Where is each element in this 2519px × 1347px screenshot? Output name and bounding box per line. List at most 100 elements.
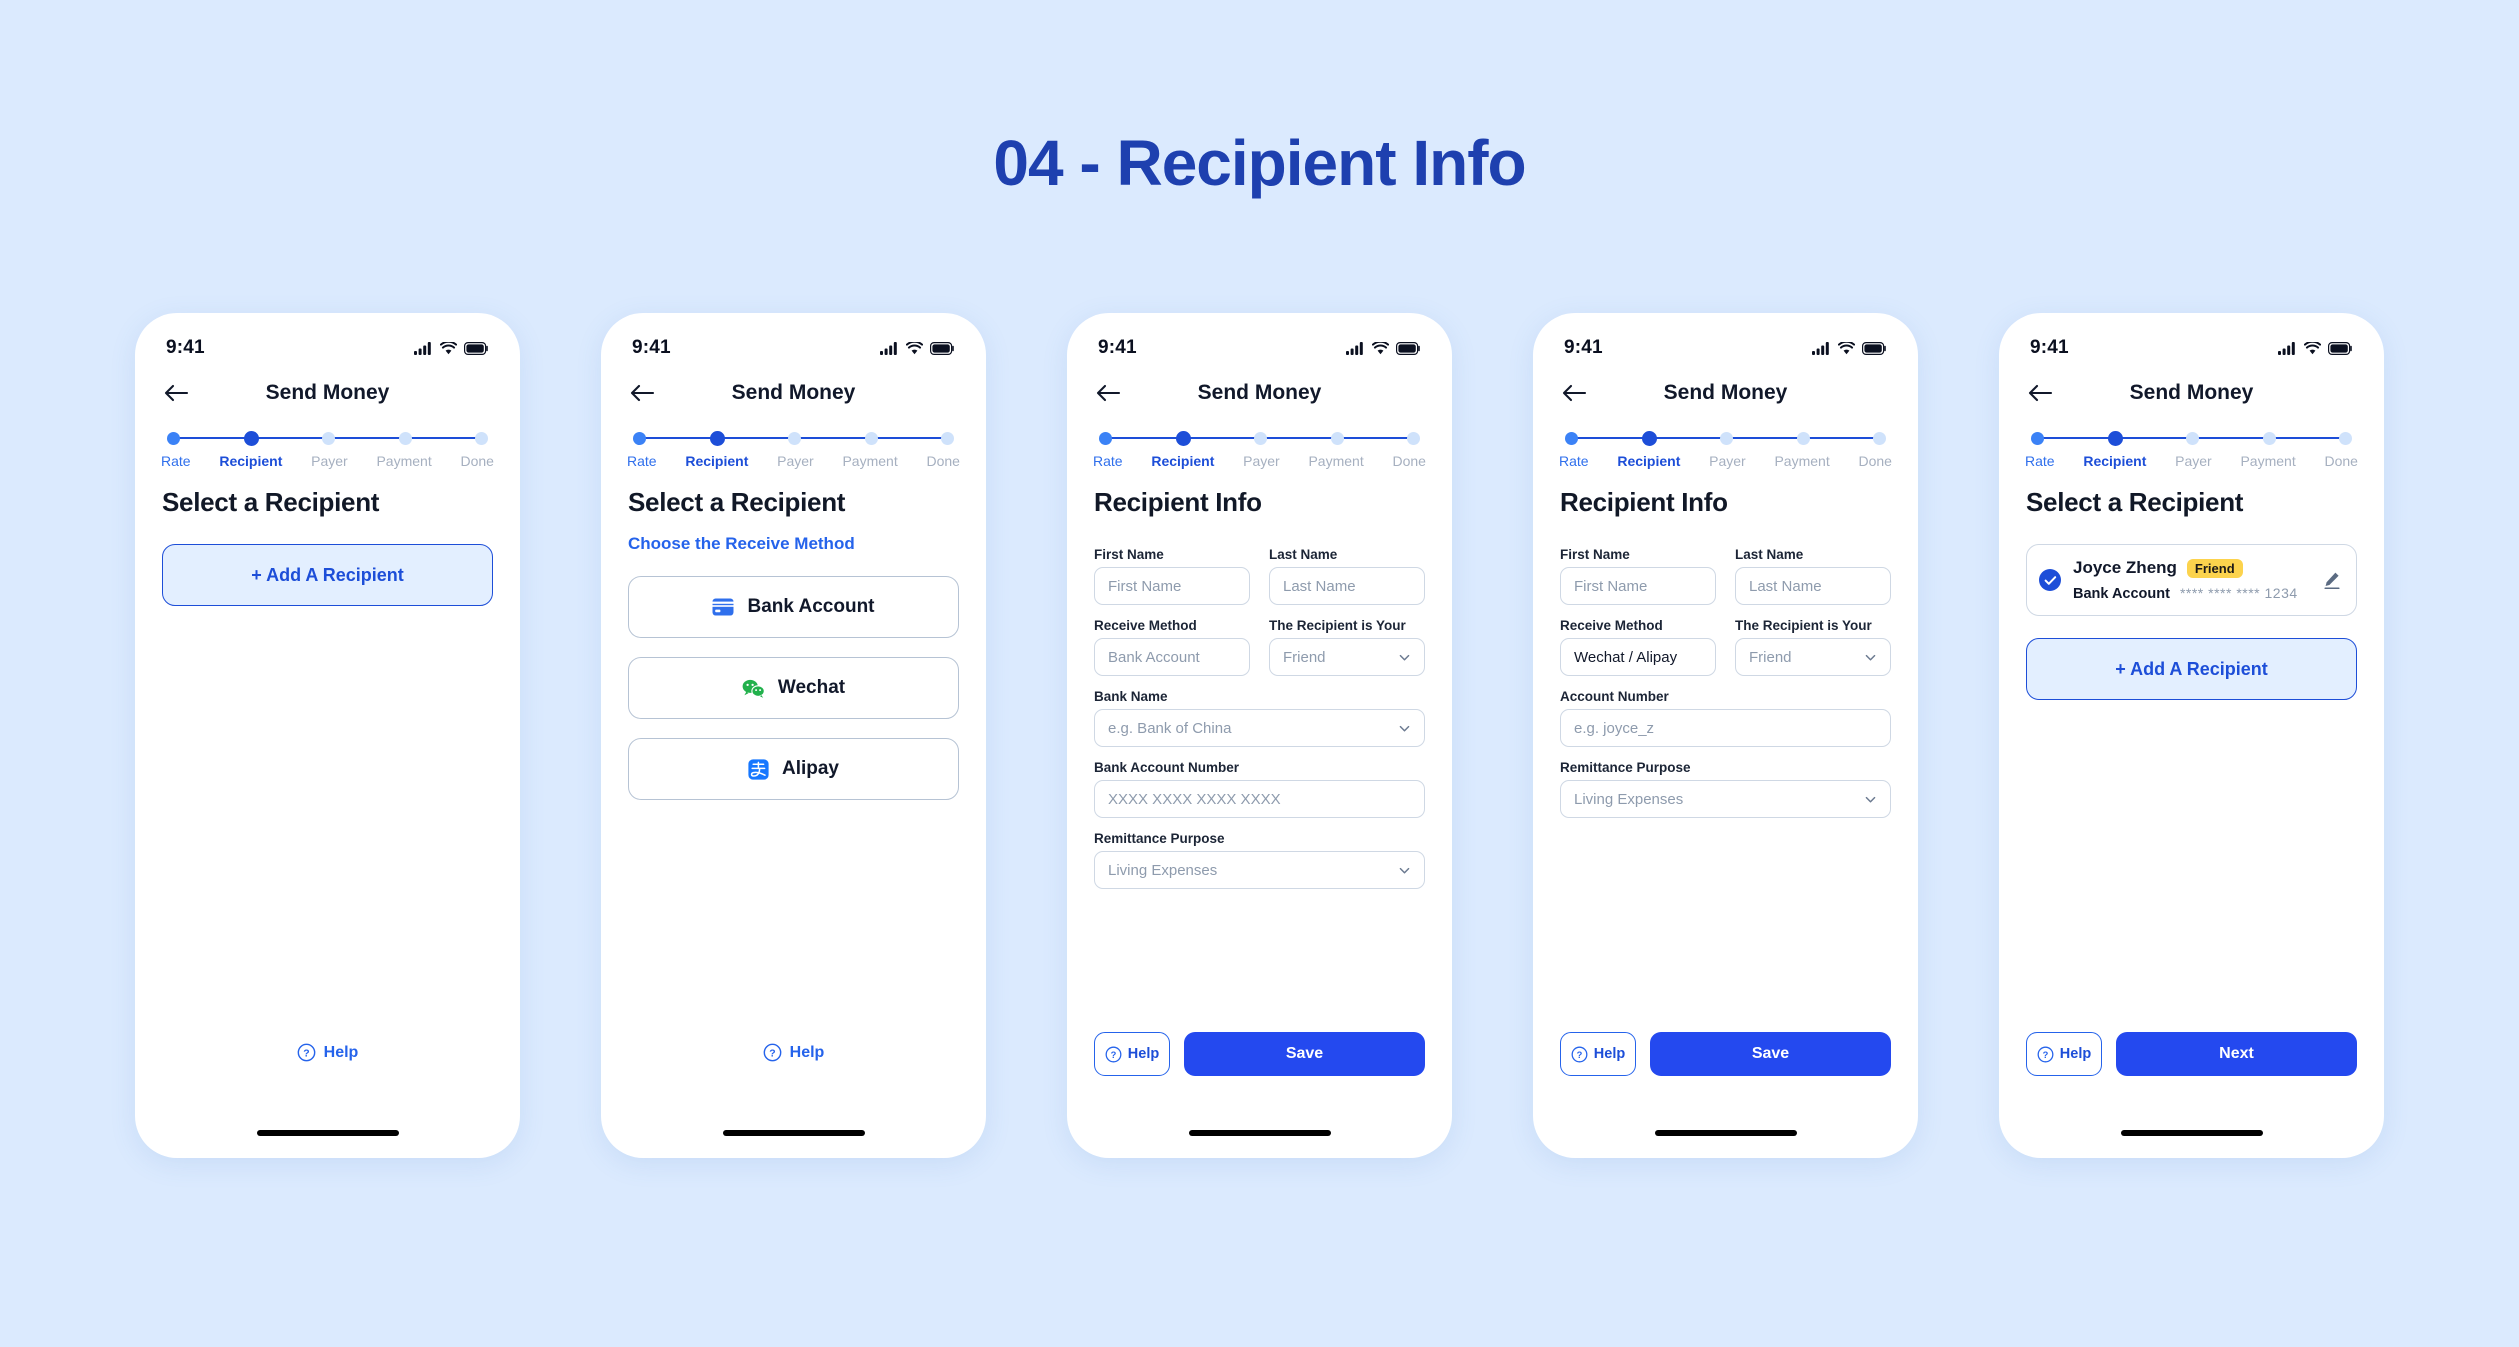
stepper-dot-rate[interactable] (633, 431, 646, 445)
recipient-selected-indicator[interactable] (2039, 569, 2061, 591)
home-indicator (722, 1130, 865, 1136)
field-label: Bank Account Number (1094, 760, 1240, 775)
stepper-labels: Rate Recipient Payer Payment Done (1093, 453, 1426, 469)
stepper-dot-rate[interactable] (1565, 431, 1578, 445)
stepper-dot-done[interactable] (475, 431, 488, 445)
stepper-label-payment: Payment (1308, 453, 1364, 469)
bank-name-select[interactable]: e.g. Bank of China (1094, 709, 1425, 747)
stepper-label-payer: Payer (1709, 453, 1746, 469)
help-button[interactable]: ? Help (1560, 1032, 1636, 1076)
stepper-dot-payer[interactable] (1254, 431, 1267, 445)
stepper-dot-done[interactable] (1873, 431, 1886, 445)
field-receive-method: Receive Method Wechat / Alipay (1560, 618, 1716, 676)
stepper-label-payment: Payment (842, 453, 898, 469)
stepper-dot-rate[interactable] (2031, 431, 2044, 445)
save-button[interactable]: Save (1650, 1032, 1891, 1076)
add-recipient-button[interactable]: + Add A Recipient (162, 544, 493, 606)
choose-receive-method-label[interactable]: Choose the Receive Method (628, 534, 959, 554)
stepper-dot-done[interactable] (1407, 431, 1420, 445)
add-recipient-button[interactable]: + Add A Recipient (2026, 638, 2357, 700)
form-row-method: Receive Method Bank Account The Recipien… (1094, 605, 1425, 676)
last-name-input[interactable]: Last Name (1269, 567, 1425, 605)
screen-content: Select a Recipient Joyce Zheng Friend Ba… (1999, 487, 2384, 700)
last-name-input[interactable]: Last Name (1735, 567, 1891, 605)
field-label: Receive Method (1094, 618, 1197, 633)
method-label: Bank Account (747, 596, 875, 617)
status-icons (414, 341, 489, 355)
field-last-name: Last Name Last Name (1735, 547, 1891, 605)
help-button[interactable]: ? Help (2026, 1032, 2102, 1076)
home-indicator (1654, 1130, 1797, 1136)
account-number-input[interactable]: e.g. joyce_z (1560, 709, 1891, 747)
method-option-wechat[interactable]: Wechat (628, 657, 959, 719)
footer-action-bar: ? Help Next (2026, 1032, 2357, 1076)
first-name-input[interactable]: First Name (1560, 567, 1716, 605)
svg-text:?: ? (1576, 1050, 1582, 1060)
stepper-track (1565, 430, 1886, 446)
bank-account-number-input[interactable]: XXXX XXXX XXXX XXXX (1094, 780, 1425, 818)
method-option-bank-account[interactable]: Bank Account (628, 576, 959, 638)
next-button[interactable]: Next (2116, 1032, 2357, 1076)
field-remittance-purpose: Remittance Purpose Living Expenses (1560, 760, 1891, 818)
stepper-label-payer: Payer (2175, 453, 2212, 469)
wechat-icon (742, 679, 765, 698)
chevron-down-icon (1865, 796, 1876, 802)
help-label: Help (789, 1043, 825, 1061)
wifi-icon (906, 341, 923, 354)
recipient-relation-select[interactable]: Friend (1269, 638, 1425, 676)
cellular-signal-icon (880, 341, 897, 355)
stepper-dot-done[interactable] (2339, 431, 2352, 445)
status-bar: 9:41 (1533, 313, 1918, 367)
recipient-card[interactable]: Joyce Zheng Friend Bank Account **** ***… (2026, 544, 2357, 616)
stepper-dot-payer[interactable] (2186, 431, 2199, 445)
help-button[interactable]: ? Help (1094, 1032, 1170, 1076)
stepper-dot-payment[interactable] (1330, 431, 1344, 445)
remittance-purpose-select[interactable]: Living Expenses (1094, 851, 1425, 889)
nav-bar: Send Money (1067, 367, 1452, 419)
recipient-account-masked: **** **** **** 1234 (2179, 585, 2298, 601)
stepper-track (1099, 430, 1420, 446)
help-button[interactable]: ? Help (297, 1043, 358, 1062)
progress-stepper: Rate Recipient Payer Payment Done (135, 419, 520, 469)
stepper-dot-payment[interactable] (864, 431, 878, 445)
stepper-track (2031, 430, 2352, 446)
stepper-dot-payer[interactable] (788, 431, 801, 445)
remittance-purpose-select[interactable]: Living Expenses (1560, 780, 1891, 818)
stepper-dot-payment[interactable] (398, 431, 412, 445)
status-bar: 9:41 (1067, 313, 1452, 367)
recipient-relation-select[interactable]: Friend (1735, 638, 1891, 676)
form-row-method: Receive Method Wechat / Alipay The Recip… (1560, 605, 1891, 676)
pencil-icon[interactable] (2322, 570, 2342, 590)
stepper-dot-done[interactable] (941, 431, 954, 445)
stepper-dot-payment[interactable] (2262, 431, 2276, 445)
recipient-account-type: Bank Account (2073, 586, 2170, 602)
receive-method-input[interactable]: Bank Account (1094, 638, 1250, 676)
question-circle-icon: ? (2037, 1046, 2054, 1062)
stepper-dot-rate[interactable] (167, 431, 180, 445)
stepper-label-payer: Payer (1243, 453, 1280, 469)
stepper-dot-payment[interactable] (1796, 431, 1810, 445)
screen-content: Select a Recipient + Add A Recipient (135, 487, 520, 606)
method-option-alipay[interactable]: Alipay (628, 738, 959, 800)
first-name-input[interactable]: First Name (1094, 567, 1250, 605)
stepper-dot-recipient[interactable] (2107, 430, 2123, 446)
screen-content: Recipient Info First Name First Name Las… (1533, 487, 1918, 818)
recipient-name-row: Joyce Zheng Friend (2073, 558, 2310, 578)
stepper-dot-recipient[interactable] (709, 430, 725, 446)
stepper-label-recipient: Recipient (219, 453, 283, 469)
help-button[interactable]: ? Help (763, 1043, 825, 1062)
receive-method-input[interactable]: Wechat / Alipay (1560, 638, 1716, 676)
stepper-dot-rate[interactable] (1099, 431, 1112, 445)
stepper-labels: Rate Recipient Payer Payment Done (627, 453, 960, 469)
stepper-dot-recipient[interactable] (1641, 430, 1657, 446)
nav-bar: Send Money (1533, 367, 1918, 419)
stepper-dot-recipient[interactable] (243, 430, 259, 446)
cellular-signal-icon (1346, 341, 1363, 355)
status-time: 9:41 (166, 337, 205, 358)
stepper-dot-recipient[interactable] (1175, 430, 1191, 446)
stepper-dot-payer[interactable] (1720, 431, 1733, 445)
progress-stepper: Rate Recipient Payer Payment Done (1067, 419, 1452, 469)
stepper-dot-payer[interactable] (322, 431, 335, 445)
phone-screen-select-recipient-filled: 9:41 Send Money Rate Recipient Payer Pay… (1999, 313, 2384, 1158)
save-button[interactable]: Save (1184, 1032, 1425, 1076)
